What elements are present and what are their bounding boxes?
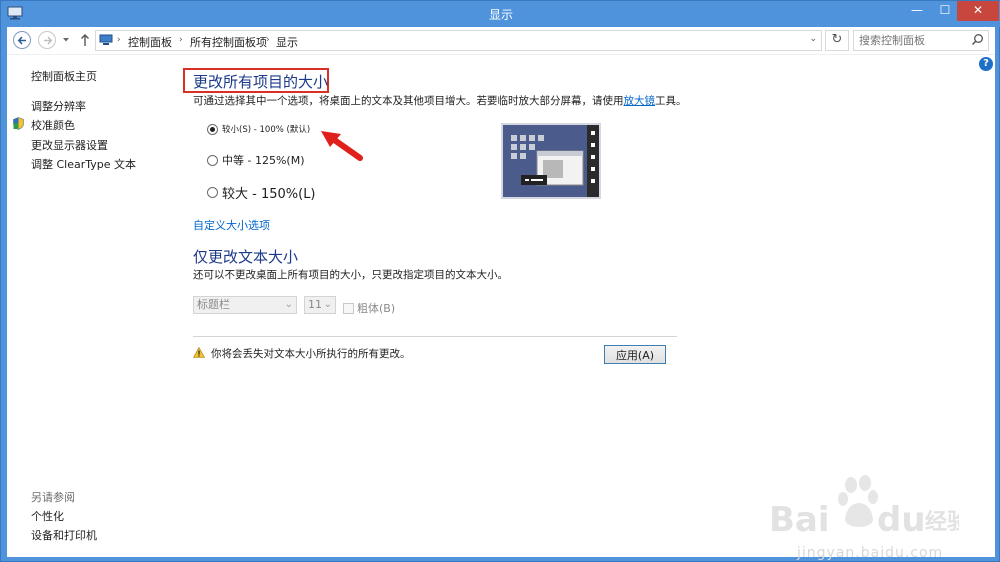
item-select[interactable]: 标题栏 ⌄ xyxy=(193,296,297,314)
nav-adjust-cleartype[interactable]: 调整 ClearType 文本 xyxy=(31,156,136,172)
option-label: 中等 - 125%(M) xyxy=(222,154,305,167)
recent-locations-icon[interactable] xyxy=(63,37,69,43)
watermark-url: jingyan.baidu.com xyxy=(797,545,944,561)
text-size-heading: 仅更改文本大小 xyxy=(193,248,299,266)
nav-change-display-settings[interactable]: 更改显示器设置 xyxy=(31,137,108,153)
help-button[interactable]: ? xyxy=(979,57,993,71)
window-title: 显示 xyxy=(488,8,513,22)
nav-control-panel-home[interactable]: 控制面板主页 xyxy=(31,68,97,84)
title-bar[interactable]: 显示 — ☐ ✕ xyxy=(1,1,1000,27)
divider xyxy=(193,336,677,337)
option-smaller[interactable]: 较小(S) - 100% (默认) xyxy=(207,123,310,135)
radio-button[interactable] xyxy=(207,154,218,166)
item-select-value: 标题栏 xyxy=(197,298,230,311)
close-button[interactable]: ✕ xyxy=(957,1,999,21)
size-description: 可通过选择其中一个选项，将桌面上的文本及其他项目增大。若要临时放大部分屏幕，请使… xyxy=(193,93,687,108)
apply-button[interactable]: 应用(A) xyxy=(604,345,666,364)
magnifier-link[interactable]: 放大镜 xyxy=(624,95,656,107)
shield-icon xyxy=(13,117,24,130)
address-bar: › 控制面板 › 所有控制面板项 › 显示 ⌄ ↻ xyxy=(7,27,995,55)
description-text: 可通过选择其中一个选项，将桌面上的文本及其他项目增大。若要临时放大部分屏幕，请使… xyxy=(193,95,624,107)
refresh-icon: ↻ xyxy=(831,32,843,47)
bold-label: 粗体(B) xyxy=(357,302,396,315)
display-preview-image xyxy=(501,123,601,199)
font-size-value: 11 xyxy=(308,298,322,311)
chevron-right-icon: › xyxy=(117,35,121,45)
chevron-right-icon: › xyxy=(266,35,270,45)
chevron-right-icon: › xyxy=(179,35,183,45)
search-icon[interactable] xyxy=(971,33,984,46)
control-panel-icon xyxy=(99,34,113,45)
warning-icon xyxy=(193,347,205,358)
custom-sizing-link[interactable]: 自定义大小选项 xyxy=(193,217,270,233)
see-also-heading: 另请参阅 xyxy=(31,491,75,504)
nav-calibrate-color[interactable]: 校准颜色 xyxy=(31,117,75,133)
search-input[interactable] xyxy=(854,31,964,50)
search-box[interactable] xyxy=(853,30,989,51)
breadcrumb-all-items[interactable]: 所有控制面板项 xyxy=(190,34,267,50)
option-label: 较小(S) - 100% (默认) xyxy=(222,125,311,135)
description-text-end: 工具。 xyxy=(655,95,687,107)
forward-button[interactable] xyxy=(38,31,56,49)
option-larger[interactable]: 较大 - 150%(L) xyxy=(207,183,316,202)
checkbox-box[interactable] xyxy=(343,302,354,314)
bold-checkbox[interactable]: 粗体(B) xyxy=(343,300,395,316)
baidu-jingyan-watermark-logo: Bai du 经验 xyxy=(769,475,959,540)
maximize-button[interactable]: ☐ xyxy=(931,1,959,21)
radio-button-selected[interactable] xyxy=(207,123,218,135)
up-arrow-icon[interactable] xyxy=(80,33,90,47)
radio-button[interactable] xyxy=(207,187,218,198)
svg-text:Bai: Bai xyxy=(769,500,830,540)
page-title: 更改所有项目的大小 xyxy=(193,73,329,91)
back-arrow-icon xyxy=(17,36,26,45)
breadcrumb-display[interactable]: 显示 xyxy=(276,34,298,50)
svg-text:du: du xyxy=(877,500,926,540)
breadcrumb[interactable]: › 控制面板 › 所有控制面板项 › 显示 ⌄ xyxy=(95,30,822,51)
nav-personalization[interactable]: 个性化 xyxy=(31,508,64,524)
window: 显示 — ☐ ✕ › 控制面板 › 所有控制面板项 › 显示 ⌄ ↻ 搜索控制面… xyxy=(0,0,1000,562)
warning-text: 你将会丢失对文本大小所执行的所有更改。 xyxy=(211,348,411,360)
red-arrow-annotation xyxy=(321,131,363,161)
chevron-down-icon: ⌄ xyxy=(323,299,332,310)
option-label: 较大 - 150%(L) xyxy=(222,187,316,202)
option-medium[interactable]: 中等 - 125%(M) xyxy=(207,152,304,168)
client-area: › 控制面板 › 所有控制面板项 › 显示 ⌄ ↻ ? 控制面板主页 调整分辨率 xyxy=(7,27,995,561)
nav-adjust-resolution[interactable]: 调整分辨率 xyxy=(31,98,86,114)
font-size-select[interactable]: 11 ⌄ xyxy=(304,296,336,314)
forward-arrow-icon xyxy=(44,36,53,45)
refresh-button[interactable]: ↻ xyxy=(825,30,849,51)
chevron-down-icon[interactable]: ⌄ xyxy=(809,34,817,44)
chevron-down-icon: ⌄ xyxy=(284,299,293,310)
nav-devices-printers[interactable]: 设备和打印机 xyxy=(31,527,97,543)
svg-text:经验: 经验 xyxy=(925,509,959,535)
back-button[interactable] xyxy=(13,31,31,49)
text-size-description: 还可以不更改桌面上所有项目的大小，只更改指定项目的文本大小。 xyxy=(193,269,508,281)
minimize-button[interactable]: — xyxy=(903,1,931,21)
breadcrumb-control-panel[interactable]: 控制面板 xyxy=(128,34,172,50)
